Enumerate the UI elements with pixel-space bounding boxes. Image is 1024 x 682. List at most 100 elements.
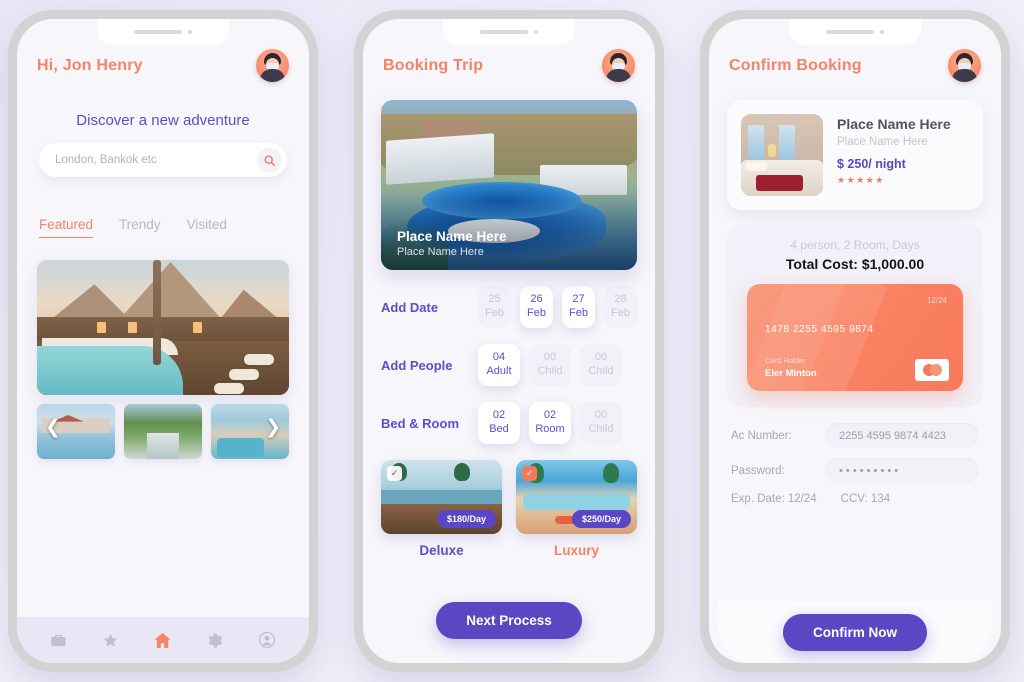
ac-number-row: Ac Number: 2255 4595 9874 4423 bbox=[731, 423, 979, 448]
room-chip-num: 02 bbox=[543, 409, 557, 422]
ac-number-input[interactable]: 2255 4595 9874 4423 bbox=[825, 423, 979, 448]
search-icon[interactable] bbox=[257, 147, 282, 173]
chevron-right-icon[interactable]: ❯ bbox=[265, 416, 281, 438]
speaker-grille-icon bbox=[134, 30, 182, 34]
total-cost: Total Cost: $1,000.00 bbox=[785, 256, 925, 272]
bed-pillow bbox=[745, 161, 768, 172]
ccv-value: CCV: 134 bbox=[840, 493, 891, 505]
search-bar[interactable]: London, Bankok etc bbox=[39, 143, 287, 177]
date-chip-27[interactable]: 27 Feb bbox=[562, 286, 595, 328]
next-button-wrap: Next Process bbox=[363, 602, 655, 639]
deluxe-name: Deluxe bbox=[419, 543, 464, 558]
exp-date-value: Exp. Date: 12/24 bbox=[731, 493, 817, 505]
people-chip-child-2[interactable]: 00 Child bbox=[580, 344, 622, 386]
screen-booking: Booking Trip Place Name Here Place Name … bbox=[363, 19, 655, 663]
home-icon[interactable] bbox=[153, 631, 172, 650]
discover-title: Discover a new adventure bbox=[76, 112, 250, 129]
bed-room-label: Bed & Room bbox=[381, 415, 459, 431]
room-chip-unit: Room bbox=[535, 423, 565, 435]
people-chip-unit: Adult bbox=[486, 365, 512, 377]
chevron-left-icon[interactable]: ❮ bbox=[45, 416, 61, 438]
date-chip-28[interactable]: 28 Feb bbox=[604, 286, 637, 328]
page-title: Confirm Booking bbox=[729, 56, 862, 74]
profile-icon[interactable] bbox=[258, 631, 276, 649]
password-row: Password: • • • • • • • • • bbox=[731, 458, 979, 483]
room-chip[interactable]: 02 Room bbox=[529, 402, 571, 444]
date-chip-num: 25 bbox=[488, 293, 501, 306]
bed-chip-unit: Bed bbox=[489, 423, 509, 435]
room-type-luxury[interactable]: ✓ $250/Day Luxury bbox=[516, 460, 637, 558]
room-price: $ 250/ night bbox=[837, 157, 906, 171]
room-type-deluxe[interactable]: ✓ $180/Day Deluxe bbox=[381, 460, 502, 558]
password-label: Password: bbox=[731, 464, 785, 477]
date-chip-num: 26 bbox=[530, 293, 543, 306]
date-chip-unit: Feb bbox=[611, 307, 630, 319]
room-window-2 bbox=[778, 125, 796, 160]
password-input[interactable]: • • • • • • • • • bbox=[825, 458, 979, 483]
front-camera-icon bbox=[880, 30, 884, 34]
swimming-pool bbox=[37, 346, 184, 395]
next-process-button[interactable]: Next Process bbox=[436, 602, 582, 639]
people-chip-unit: Child bbox=[588, 365, 614, 377]
tab-trendy[interactable]: Trendy bbox=[119, 217, 161, 238]
room-chip-child[interactable]: 00 Child bbox=[580, 402, 622, 444]
gear-icon[interactable] bbox=[206, 632, 223, 649]
room-summary-card[interactable]: Place Name Here Place Name Here $ 250/ n… bbox=[727, 100, 983, 210]
date-chip-unit: Feb bbox=[485, 307, 504, 319]
bottom-navigation bbox=[17, 617, 309, 663]
room-chip-unit: Child bbox=[588, 423, 614, 435]
payment-form: Ac Number: 2255 4595 9874 4423 Password:… bbox=[709, 423, 1001, 505]
phone-home-screen: Hi, Jon Henry Discover a new adventure L… bbox=[8, 10, 318, 672]
avatar-body bbox=[952, 69, 977, 82]
credit-card[interactable]: 12/24 1478 2255 4595 9874 Card Holder El… bbox=[747, 284, 963, 391]
people-chip-num: 00 bbox=[543, 351, 557, 364]
bed-red-throw bbox=[755, 174, 804, 192]
card-holder-label: Card Holder bbox=[765, 356, 806, 365]
thumbnail-2[interactable] bbox=[124, 404, 202, 459]
phone-confirm-screen: Confirm Booking Place Name Here Place Na… bbox=[700, 10, 1010, 672]
deluxe-image: ✓ $180/Day bbox=[381, 460, 502, 534]
payment-summary-card: 4 person, 2 Room, Days Total Cost: $1,00… bbox=[727, 224, 983, 407]
window-2 bbox=[127, 322, 137, 334]
check-icon[interactable]: ✓ bbox=[387, 466, 402, 481]
confirm-button-bar: Confirm Now bbox=[718, 601, 992, 663]
room-chip-num: 00 bbox=[594, 409, 608, 422]
date-chip-25[interactable]: 25 Feb bbox=[478, 286, 511, 328]
speaker-grille-icon bbox=[826, 30, 874, 34]
screen-home: Hi, Jon Henry Discover a new adventure L… bbox=[17, 19, 309, 663]
room-subtitle: Place Name Here bbox=[837, 136, 928, 148]
confirm-now-button[interactable]: Confirm Now bbox=[783, 613, 927, 651]
greeting-title: Hi, Jon Henry bbox=[37, 56, 143, 74]
lounger-2 bbox=[228, 369, 259, 381]
front-camera-icon bbox=[188, 30, 192, 34]
tab-visited[interactable]: Visited bbox=[187, 217, 227, 238]
add-date-label: Add Date bbox=[381, 299, 439, 315]
people-chip-unit: Child bbox=[537, 365, 563, 377]
ac-number-label: Ac Number: bbox=[731, 429, 792, 442]
lounger-3 bbox=[213, 382, 244, 394]
mastercard-icon bbox=[915, 359, 949, 381]
date-chip-26[interactable]: 26 Feb bbox=[520, 286, 553, 328]
avatar[interactable] bbox=[602, 49, 635, 82]
phone-booking-screen: Booking Trip Place Name Here Place Name … bbox=[354, 10, 664, 672]
search-input[interactable]: London, Bankok etc bbox=[55, 154, 257, 166]
check-icon[interactable]: ✓ bbox=[522, 466, 537, 481]
phone-notch bbox=[97, 19, 229, 45]
avatar[interactable] bbox=[256, 49, 289, 82]
phone-notch bbox=[443, 19, 575, 45]
palm-2 bbox=[603, 462, 620, 483]
resort-illustration bbox=[37, 260, 289, 395]
bed-chip[interactable]: 02 Bed bbox=[478, 402, 520, 444]
date-chip-num: 28 bbox=[614, 293, 627, 306]
people-chip-child-1[interactable]: 00 Child bbox=[529, 344, 571, 386]
briefcase-icon[interactable] bbox=[50, 632, 67, 649]
star-icon[interactable] bbox=[102, 632, 119, 649]
featured-image-card[interactable] bbox=[37, 260, 289, 395]
people-chip-adult[interactable]: 04 Adult bbox=[478, 344, 520, 386]
trip-hero-card[interactable]: Place Name Here Place Name Here bbox=[381, 100, 637, 270]
avatar[interactable] bbox=[948, 49, 981, 82]
exp-ccv-row: Exp. Date: 12/24 CCV: 134 bbox=[731, 493, 979, 505]
card-number: 1478 2255 4595 9874 bbox=[765, 324, 874, 335]
room-window-1 bbox=[747, 125, 764, 160]
tab-featured[interactable]: Featured bbox=[39, 217, 94, 238]
